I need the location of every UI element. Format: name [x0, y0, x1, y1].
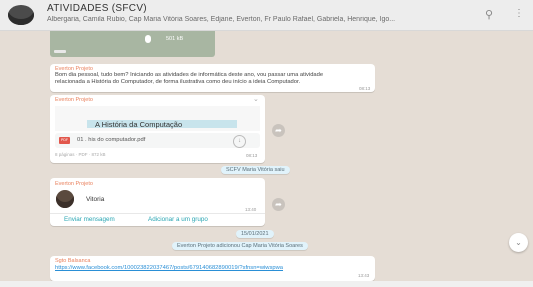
divider — [50, 213, 265, 214]
forward-icon[interactable]: ➦ — [272, 124, 285, 137]
contact-avatar — [56, 190, 74, 208]
file-meta: 8 páginas · PDF · 872 kB — [55, 152, 106, 157]
chat-area: 501 kB Everton Projeto Bom dia pessoal, … — [0, 31, 533, 287]
message-time: 08:13 — [359, 86, 371, 91]
date-divider: 15/01/2021 — [236, 230, 274, 238]
message-time: 13:40 — [245, 207, 257, 212]
forward-icon[interactable]: ➦ — [272, 198, 285, 211]
message-sender[interactable]: Sgto Balsanca — [55, 258, 90, 264]
pdf-icon: PDF — [59, 137, 70, 144]
file-row[interactable]: PDF 01 . his do computador.pdf ↓ — [55, 133, 260, 148]
chevron-down-icon[interactable]: ⌄ — [253, 95, 259, 103]
message-bubble[interactable]: Everton Projeto Bom dia pessoal, tudo be… — [50, 64, 375, 92]
group-avatar[interactable] — [8, 5, 34, 25]
send-message-button[interactable]: Enviar mensagem — [64, 216, 115, 223]
media-size: 501 kB — [166, 36, 184, 42]
kebab-menu-icon[interactable]: ⋮ — [514, 8, 524, 19]
message-text: Bom dia pessoal, tudo bem? Iniciando as … — [55, 72, 324, 85]
message-link[interactable]: https://www.facebook.com/100023822037467… — [55, 265, 335, 279]
add-to-group-button[interactable]: Adicionar a um grupo — [148, 216, 208, 223]
document-preview[interactable]: A História da Computação — [55, 106, 260, 131]
search-icon[interactable]: ⚲ — [485, 8, 493, 21]
group-title[interactable]: ATIVIDADES (SFCV) — [47, 3, 147, 14]
system-message: Everton Projeto adicionou Cap Maria Vitó… — [172, 242, 308, 250]
media-duration-bar — [54, 50, 66, 53]
composer-bar — [0, 281, 533, 287]
system-message: SCFV Maria Vitória saiu — [221, 166, 290, 174]
message-sender[interactable]: Everton Projeto — [55, 181, 93, 187]
document-message[interactable]: Everton Projeto ⌄ A História da Computaç… — [50, 95, 265, 163]
media-message[interactable]: 501 kB — [50, 31, 215, 57]
message-bubble[interactable]: Sgto Balsanca https://www.facebook.com/1… — [50, 256, 375, 281]
contact-name: Vitoria — [86, 196, 105, 203]
file-name: 01 . his do computador.pdf — [77, 137, 146, 143]
chat-header: ATIVIDADES (SFCV) Albergaria, Camila Rub… — [0, 0, 533, 31]
message-time: 08:13 — [246, 153, 258, 158]
group-participants[interactable]: Albergaria, Camila Rubio, Cap Maria Vitó… — [47, 16, 457, 23]
contact-message[interactable]: Everton Projeto Vitoria 13:40 Enviar men… — [50, 178, 265, 226]
download-icon[interactable]: ↓ — [233, 135, 246, 148]
document-title: A História da Computação — [95, 120, 183, 129]
message-sender[interactable]: Everton Projeto — [55, 97, 93, 103]
microphone-icon — [145, 35, 151, 43]
message-time: 13:43 — [358, 273, 370, 278]
scroll-down-button[interactable]: ⌄ — [509, 233, 528, 252]
